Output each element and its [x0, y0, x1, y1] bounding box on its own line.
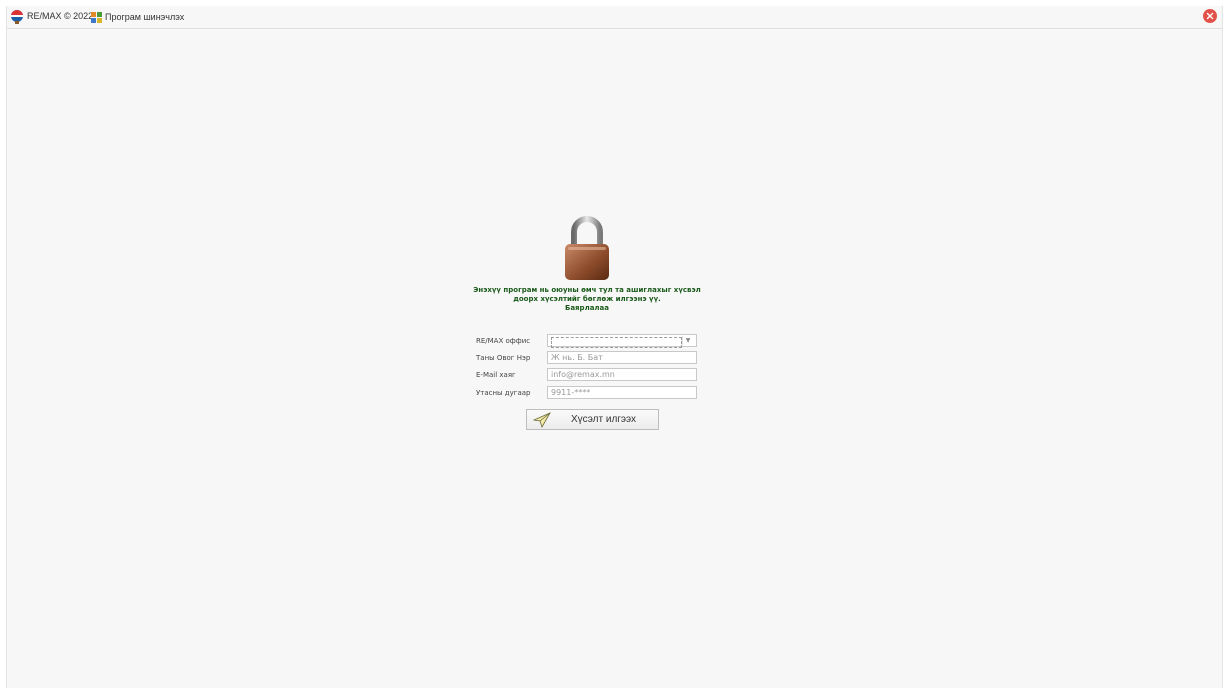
send-request-label: Хүсэлт илгээх — [571, 414, 637, 425]
message-line-1: Энэхүү програм нь оюуны өмч тул та ашигл… — [473, 286, 701, 294]
name-label: Таны Овог Нэр — [476, 354, 531, 362]
remax-balloon-icon — [11, 10, 23, 24]
phone-label: Утасны дугаар — [476, 389, 531, 397]
message-line-3: Баярлалаа — [565, 304, 609, 312]
menu-item-label: Програм шинэчлэх — [105, 12, 185, 22]
message-line-2: доорх хүсэлтийг бөглөж илгээнэ үү. — [513, 295, 661, 303]
office-select[interactable]: ▼ — [547, 334, 697, 348]
update-program-menu-item[interactable]: Програм шинэчлэх — [87, 8, 188, 26]
app-window: RE/MAX © 2022 Програм шинэчлэх Энэхүү пр… — [6, 6, 1223, 688]
titlebar: RE/MAX © 2022 Програм шинэчлэх — [7, 6, 1222, 29]
close-button[interactable] — [1203, 9, 1217, 23]
app-title: RE/MAX © 2022 — [27, 11, 94, 21]
padlock-icon — [565, 216, 609, 280]
send-request-button[interactable]: Хүсэлт илгээх — [526, 409, 659, 430]
close-icon — [1206, 12, 1214, 20]
paper-plane-icon — [533, 411, 551, 428]
office-select-value — [551, 337, 682, 348]
email-field[interactable]: info@remax.mn — [547, 368, 697, 381]
license-message: Энэхүү програм нь оюуны өмч тул та ашигл… — [447, 286, 727, 313]
office-label: RE/MAX оффис — [476, 337, 531, 345]
chevron-down-icon[interactable]: ▼ — [682, 336, 693, 345]
name-field[interactable]: Ж нь. Б. Бат — [547, 351, 697, 364]
update-icon — [91, 11, 102, 23]
email-label: E-Mail хаяг — [476, 371, 516, 379]
phone-field[interactable]: 9911-**** — [547, 386, 697, 399]
